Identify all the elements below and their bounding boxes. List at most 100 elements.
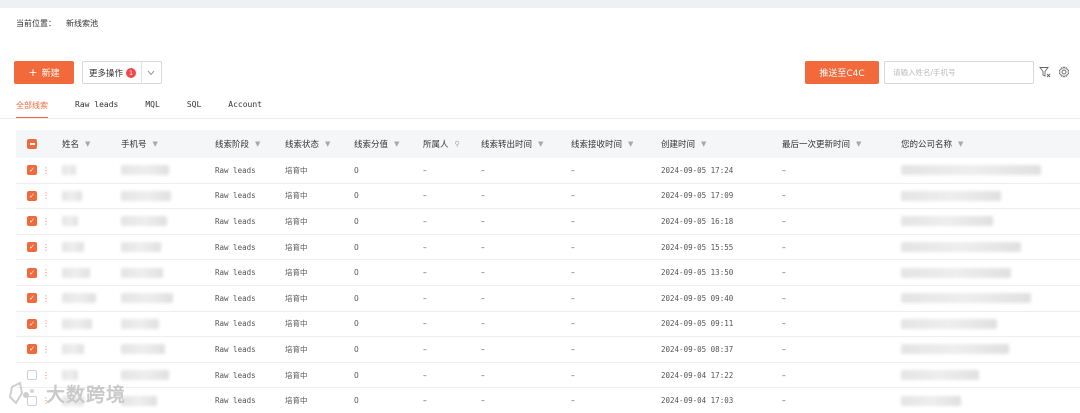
- cell-updated: –: [782, 165, 786, 175]
- cell-owner: –: [423, 293, 427, 303]
- filter-clear-icon[interactable]: [1038, 65, 1052, 79]
- cell-created: 2024-09-05 15:55: [661, 242, 734, 252]
- row-menu-icon[interactable]: ⋮: [42, 191, 50, 200]
- toolbar: + 新建 更多操作 1 推送至C4C 请输入姓名/手机号: [14, 61, 1072, 85]
- row-checkbox[interactable]: ✓ ⋮: [27, 209, 50, 234]
- filter-icon[interactable]: ▼: [325, 140, 330, 148]
- table-row[interactable]: ✓ ⋮ Raw leads 培育中 0 – – – 2024-09-05 09:4…: [16, 286, 1080, 312]
- cell-status: 培育中: [285, 268, 308, 278]
- filter-icon[interactable]: ▼: [958, 140, 963, 148]
- tab-account[interactable]: Account: [228, 100, 262, 119]
- cell-owner: –: [423, 370, 427, 380]
- cell-score: 0: [354, 165, 359, 175]
- col-phone: 手机号 ▼: [121, 140, 158, 150]
- breadcrumb-current[interactable]: 新线索池: [66, 18, 98, 29]
- cell-company-redacted: [901, 235, 1021, 260]
- cell-stage: Raw leads: [215, 293, 256, 303]
- cell-company-redacted: [901, 209, 993, 234]
- cell-updated: –: [782, 242, 786, 252]
- table-row[interactable]: ⋮ Raw leads 培育中 0 – – – 2024-09-04 17:03…: [16, 388, 1080, 413]
- cell-phone-redacted: [121, 209, 167, 234]
- cell-status: 培育中: [285, 216, 308, 226]
- table-row[interactable]: ✓ ⋮ Raw leads 培育中 0 – – – 2024-09-05 15:5…: [16, 235, 1080, 261]
- cell-score: 0: [354, 216, 359, 226]
- cell-created: 2024-09-05 16:18: [661, 216, 734, 226]
- row-checkbox[interactable]: ✓ ⋮: [27, 158, 50, 183]
- col-in-time: 线索接收时间 ▼: [571, 140, 634, 150]
- cell-updated: –: [782, 293, 786, 303]
- push-to-c4c-button[interactable]: 推送至C4C: [805, 61, 879, 84]
- cell-owner: –: [423, 344, 427, 354]
- filter-icon[interactable]: ▼: [85, 140, 90, 148]
- tab-all-leads[interactable]: 全部线索: [16, 100, 48, 119]
- watermark-text: 大数跨境: [46, 384, 127, 406]
- filter-icon[interactable]: ▼: [538, 140, 543, 148]
- cell-owner: –: [423, 191, 427, 201]
- cell-out-time: –: [481, 216, 485, 226]
- filter-icon[interactable]: ▼: [153, 140, 158, 148]
- filter-icon[interactable]: ▼: [628, 140, 633, 148]
- cell-phone-redacted: [121, 184, 171, 209]
- new-button[interactable]: + 新建: [14, 61, 74, 84]
- row-menu-icon[interactable]: ⋮: [42, 371, 50, 380]
- cell-out-time: –: [481, 242, 485, 252]
- filter-icon[interactable]: ▼: [701, 140, 706, 148]
- table-row[interactable]: ✓ ⋮ Raw leads 培育中 0 – – – 2024-09-05 13:5…: [16, 260, 1080, 286]
- cell-out-time: –: [481, 165, 485, 175]
- filter-icon[interactable]: ▼: [394, 140, 399, 148]
- table-row[interactable]: ✓ ⋮ Raw leads 培育中 0 – – – 2024-09-05 17:0…: [16, 184, 1080, 210]
- row-menu-icon[interactable]: ⋮: [42, 268, 50, 277]
- more-actions-badge: 1: [126, 67, 137, 78]
- cell-updated: –: [782, 268, 786, 278]
- cell-phone-redacted: [121, 235, 161, 260]
- table-row[interactable]: ⋮ Raw leads 培育中 0 – – – 2024-09-04 17:22…: [16, 363, 1080, 389]
- chevron-down-icon: [141, 62, 155, 83]
- plus-icon: +: [28, 66, 38, 79]
- row-checkbox[interactable]: ✓ ⋮: [27, 337, 50, 362]
- row-checkbox[interactable]: ✓ ⋮: [27, 235, 50, 260]
- cell-updated: –: [782, 344, 786, 354]
- filter-icon[interactable]: ▼: [255, 140, 260, 148]
- row-checkbox[interactable]: ✓ ⋮: [27, 260, 50, 285]
- new-button-label: 新建: [41, 69, 60, 79]
- col-score: 线索分值 ▼: [354, 140, 400, 150]
- table-row[interactable]: ✓ ⋮ Raw leads 培育中 0 – – – 2024-09-05 09:1…: [16, 312, 1080, 338]
- tab-mql[interactable]: MQL: [145, 100, 159, 119]
- row-menu-icon[interactable]: ⋮: [42, 345, 50, 354]
- row-checkbox[interactable]: ✓ ⋮: [27, 312, 50, 337]
- row-menu-icon[interactable]: ⋮: [42, 294, 50, 303]
- more-actions-dropdown[interactable]: 更多操作 1: [82, 61, 162, 84]
- row-menu-icon[interactable]: ⋮: [42, 217, 50, 226]
- cell-status: 培育中: [285, 293, 308, 303]
- cell-created: 2024-09-05 09:40: [661, 293, 734, 303]
- cell-stage: Raw leads: [215, 191, 256, 201]
- cell-name-redacted: [62, 312, 92, 337]
- table-row[interactable]: ✓ ⋮ Raw leads 培育中 0 – – – 2024-09-05 17:2…: [16, 158, 1080, 184]
- cell-stage: Raw leads: [215, 165, 256, 175]
- table-row[interactable]: ✓ ⋮ Raw leads 培育中 0 – – – 2024-09-05 16:1…: [16, 209, 1080, 235]
- cell-stage: Raw leads: [215, 344, 256, 354]
- settings-icon[interactable]: [1057, 65, 1071, 79]
- cell-in-time: –: [571, 268, 575, 278]
- tabs-divider: [0, 118, 1080, 119]
- tab-sql[interactable]: SQL: [187, 100, 201, 119]
- row-menu-icon[interactable]: ⋮: [42, 243, 50, 252]
- cell-name-redacted: [62, 260, 90, 285]
- search-input[interactable]: 请输入姓名/手机号: [884, 61, 1034, 84]
- tab-raw-leads[interactable]: Raw leads: [75, 100, 118, 119]
- cell-status: 培育中: [285, 165, 308, 175]
- cell-score: 0: [354, 191, 359, 201]
- row-checkbox[interactable]: ✓ ⋮: [27, 286, 50, 311]
- col-created: 创建时间 ▼: [661, 140, 707, 150]
- row-checkbox[interactable]: ✓ ⋮: [27, 184, 50, 209]
- cell-created: 2024-09-04 17:22: [661, 370, 734, 380]
- top-strip: [0, 0, 1080, 8]
- row-menu-icon[interactable]: ⋮: [42, 319, 50, 328]
- search-icon[interactable]: ⚲: [455, 140, 460, 148]
- row-menu-icon[interactable]: ⋮: [42, 166, 50, 175]
- select-all-checkbox[interactable]: [27, 130, 37, 158]
- cell-status: 培育中: [285, 191, 308, 201]
- cell-out-time: –: [481, 396, 485, 406]
- table-row[interactable]: ✓ ⋮ Raw leads 培育中 0 – – – 2024-09-05 08:3…: [16, 337, 1080, 363]
- filter-icon[interactable]: ▼: [856, 140, 861, 148]
